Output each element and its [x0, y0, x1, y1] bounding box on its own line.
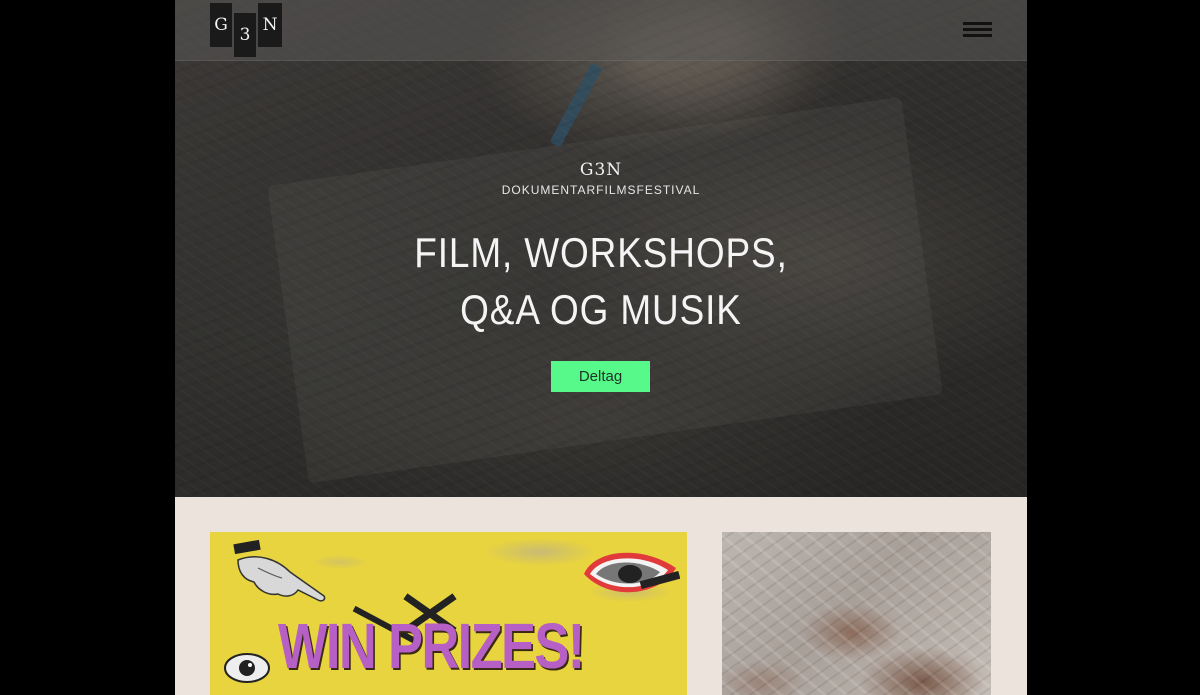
deltag-button[interactable]: Deltag [551, 361, 650, 392]
logo-letter-g: G [210, 3, 232, 47]
menu-bar [963, 22, 992, 25]
page: G3N DOKUMENTARFILMSFESTIVAL FILM, WORKSH… [175, 0, 1027, 695]
cards-section: WIN PRIZES! [175, 497, 1027, 695]
festival-label: DOKUMENTARFILMSFESTIVAL [501, 183, 701, 197]
hero-content: G3N DOKUMENTARFILMSFESTIVAL FILM, WORKSH… [175, 160, 1027, 338]
crumpled-paper-texture [722, 532, 991, 695]
site-header: G 3 N [175, 0, 1027, 61]
win-prizes-text: WIN PRIZES! [278, 610, 585, 682]
crumpled-paper-card[interactable] [722, 532, 991, 695]
small-eye-icon [224, 653, 270, 683]
hero-headline: FILM, WORKSHOPS, Q&A OG MUSIK [381, 224, 821, 338]
win-prizes-card[interactable]: WIN PRIZES! [210, 532, 687, 695]
hamburger-menu-icon[interactable] [961, 20, 993, 40]
menu-bar [963, 34, 992, 37]
logo-letter-3: 3 [234, 13, 256, 57]
headline-line-1: FILM, WORKSHOPS, [414, 229, 788, 276]
hero-section: G3N DOKUMENTARFILMSFESTIVAL FILM, WORKSH… [175, 0, 1027, 497]
g3n-logo[interactable]: G 3 N [210, 3, 282, 57]
menu-bar [963, 28, 992, 31]
hero-mini-logo: G3N [579, 160, 623, 180]
eye-collage-icon [584, 552, 680, 593]
headline-line-2: Q&A OG MUSIK [460, 286, 742, 333]
pointing-hand-icon [233, 539, 326, 602]
logo-letter-n: N [258, 3, 282, 47]
